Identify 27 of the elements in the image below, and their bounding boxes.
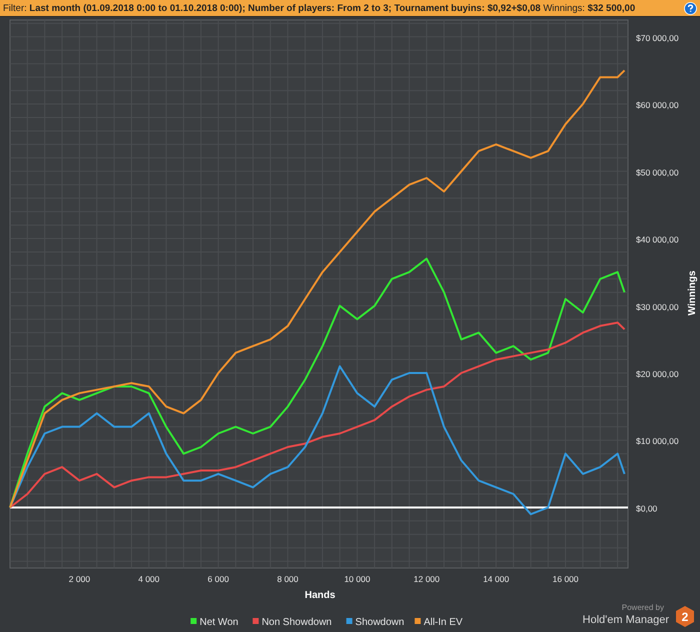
legend-label: Net Won xyxy=(200,617,238,628)
x-axis-title: Hands xyxy=(304,590,336,601)
y-tick-label: $70 000,00 xyxy=(636,32,679,43)
x-tick-label: 16 000 xyxy=(552,574,578,584)
y-axis-title: Winnings xyxy=(687,270,698,316)
y-tick-label: $40 000,00 xyxy=(636,234,679,245)
y-tick-label: $60 000,00 xyxy=(636,100,679,110)
filter-text: Filter: Last month (01.09.2018 0:00 to 01.10.2018 0:00); Number of players: From 2 to 3; Tournament buyins: $0,92+$0,08 Winnings: $32 500,00 xyxy=(3,2,636,14)
x-tick-label: 4 000 xyxy=(138,574,160,584)
y-tick-label: $10 000,00 xyxy=(636,436,679,446)
y-tick-label: $30 000,00 xyxy=(636,302,679,312)
x-tick-label: 10 000 xyxy=(344,574,370,584)
logo-badge: 2 xyxy=(676,606,694,627)
legend-label: All-In EV xyxy=(424,617,463,628)
y-tick-label: $50 000,00 xyxy=(636,167,679,178)
powered-by-text: Powered by xyxy=(622,603,664,612)
x-tick-label: 8 000 xyxy=(277,574,298,584)
x-tick-label: 6 000 xyxy=(208,574,229,584)
help-icon[interactable] xyxy=(684,2,697,14)
legend-label: Showdown xyxy=(355,617,404,628)
x-tick-label: 14 000 xyxy=(483,574,510,584)
legend-label: Non Showdown xyxy=(262,617,332,628)
x-tick-label: 12 000 xyxy=(414,574,440,584)
product-name: Hold'em Manager xyxy=(582,614,669,626)
y-tick-label: $20 000,00 xyxy=(636,369,679,379)
x-tick-label: 2 000 xyxy=(68,574,90,584)
y-tick-label: $0,00 xyxy=(636,503,658,514)
